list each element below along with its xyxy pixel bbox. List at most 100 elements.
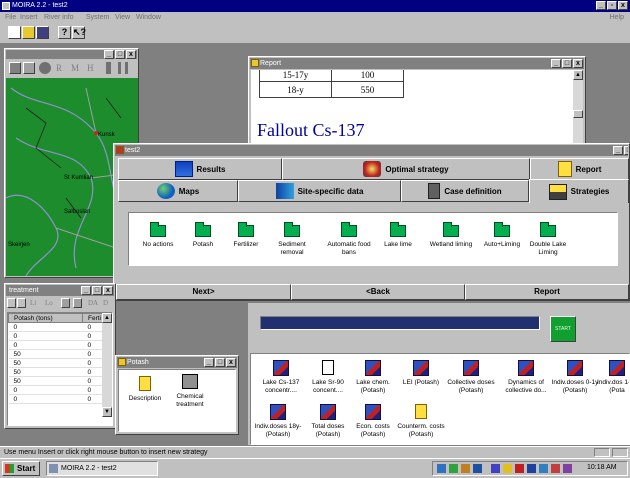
table-cell[interactable]: 0 bbox=[8, 394, 83, 404]
context-help-icon[interactable]: ↖? bbox=[72, 26, 86, 39]
close-icon[interactable]: x bbox=[103, 286, 113, 295]
table-cell[interactable]: 50 bbox=[8, 349, 83, 359]
table-row[interactable]: 50 0 bbox=[8, 358, 104, 368]
tool-d[interactable]: D bbox=[103, 299, 108, 307]
menu-river-info[interactable]: River info bbox=[44, 12, 74, 23]
menu-system[interactable]: System bbox=[86, 12, 109, 23]
tray-icon-8[interactable] bbox=[527, 464, 536, 473]
minimize-icon[interactable]: _ bbox=[596, 1, 606, 10]
potash-window[interactable]: Potash _ □ x Description Chemical treatm… bbox=[115, 355, 239, 435]
map-box-icon[interactable] bbox=[23, 62, 35, 74]
minimize-icon[interactable]: _ bbox=[204, 358, 214, 367]
table-cell[interactable]: 0 bbox=[82, 367, 104, 377]
tray-icon-2[interactable] bbox=[449, 464, 458, 473]
tab-optimal-strategy[interactable]: Optimal strategy bbox=[282, 158, 530, 180]
tool-li[interactable]: Li bbox=[30, 299, 36, 307]
table-cell[interactable]: 0 bbox=[82, 394, 104, 404]
chart-icon[interactable] bbox=[73, 298, 82, 308]
column-header[interactable]: Potash (tons) bbox=[8, 313, 83, 323]
table-row[interactable]: 50 0 bbox=[8, 367, 104, 377]
maximize-icon[interactable]: □ bbox=[624, 146, 628, 155]
table-cell[interactable]: 0 bbox=[82, 322, 104, 332]
tool-da[interactable]: DA bbox=[88, 299, 98, 307]
report-title-bar[interactable]: Report _ □ x bbox=[250, 58, 584, 69]
test2-title-bar[interactable]: test2 _ □ bbox=[115, 145, 628, 156]
tab-maps[interactable]: Maps bbox=[118, 180, 238, 202]
table-cell[interactable]: 0 bbox=[8, 322, 83, 332]
table-cell[interactable]: 0 bbox=[8, 331, 83, 341]
close-icon[interactable]: x bbox=[573, 59, 583, 68]
tab-results[interactable]: Results bbox=[118, 158, 282, 180]
table-row[interactable]: 00 bbox=[8, 340, 104, 350]
menu-file[interactable]: File bbox=[5, 12, 16, 23]
tray-icon-10[interactable] bbox=[551, 464, 560, 473]
close-icon[interactable]: x bbox=[126, 50, 136, 59]
test2-window[interactable]: test2 _ □ Results Optimal strategy Repor… bbox=[113, 143, 630, 301]
table-cell[interactable]: 0 bbox=[82, 340, 104, 350]
maximize-icon[interactable]: □ bbox=[92, 286, 102, 295]
minimize-icon[interactable]: _ bbox=[551, 59, 561, 68]
tool-lo[interactable]: Lo bbox=[45, 299, 53, 307]
app-title-bar[interactable]: MOIRA 2.2 - test2 _ ▫ x bbox=[0, 0, 630, 12]
table-row[interactable]: 00 bbox=[8, 322, 104, 332]
strategy-lake-lime[interactable]: Lake lime bbox=[376, 222, 420, 249]
strategy-wetland-liming[interactable]: Wetland liming bbox=[422, 222, 480, 249]
maximize-icon[interactable]: □ bbox=[115, 50, 125, 59]
tray-icon-6[interactable] bbox=[503, 464, 512, 473]
result-lake-cs-137[interactable]: Lake Cs-137 concentr.... bbox=[257, 360, 305, 395]
close-icon[interactable]: x bbox=[226, 358, 236, 367]
result-indiv-doses-18y[interactable]: Indiv.doses 18y- (Potash) bbox=[254, 404, 302, 439]
map-tool-h[interactable]: H bbox=[87, 63, 94, 73]
map-bars-icon[interactable] bbox=[118, 62, 128, 74]
result-lake-sr-90[interactable]: Lake Sr-90 concent.... bbox=[304, 360, 352, 395]
table-row[interactable]: 50 0 bbox=[8, 376, 104, 386]
report-button[interactable]: Report bbox=[465, 284, 629, 300]
restore-icon[interactable]: ▫ bbox=[607, 1, 617, 10]
close-icon[interactable]: x bbox=[618, 1, 628, 10]
next-button[interactable]: Next> bbox=[116, 284, 291, 300]
strategy-automatic-food-bans[interactable]: Automatic food bans bbox=[323, 222, 375, 257]
result-counterm-costs[interactable]: Counterm. costs (Potash) bbox=[397, 404, 445, 439]
table-cell[interactable]: 0 bbox=[82, 358, 104, 368]
report-scrollbar[interactable]: ▲ bbox=[573, 70, 583, 150]
strategy-double-lake-liming[interactable]: Double Lake Liming bbox=[525, 222, 571, 257]
new-icon[interactable] bbox=[8, 26, 21, 39]
map-tool-r[interactable]: R bbox=[56, 63, 62, 73]
strategy-auto-liming[interactable]: Auto+Liming bbox=[476, 222, 528, 249]
table-cell[interactable]: 0 bbox=[82, 376, 104, 386]
treatment-title-bar[interactable]: treatment _ □ x bbox=[6, 285, 114, 296]
table-cell[interactable]: 0 bbox=[8, 385, 83, 395]
table-cell[interactable]: 50 bbox=[8, 376, 83, 386]
tray-icon-9[interactable] bbox=[539, 464, 548, 473]
result-econ-costs[interactable]: Econ. costs (Potash) bbox=[349, 404, 397, 439]
map-grid-icon[interactable] bbox=[9, 62, 21, 74]
result-lei[interactable]: LEI (Potash) bbox=[397, 360, 445, 387]
table-cell[interactable]: 0 bbox=[82, 349, 104, 359]
report-window[interactable]: Report _ □ x 15-17y 100 18-y 550 Fallout… bbox=[248, 56, 586, 152]
result-lake-chem[interactable]: Lake chem. (Potash) bbox=[349, 360, 397, 395]
tray-icon-11[interactable] bbox=[563, 464, 572, 473]
potash-title-bar[interactable]: Potash _ □ x bbox=[117, 357, 237, 368]
menu-window[interactable]: Window bbox=[136, 12, 161, 23]
start-menu-button[interactable]: Start bbox=[2, 461, 40, 476]
scroll-down-icon[interactable]: ▼ bbox=[102, 407, 112, 417]
table-icon[interactable] bbox=[61, 298, 70, 308]
result-dynamics-collective[interactable]: Dynamics of collective do... bbox=[499, 360, 553, 395]
open-icon[interactable] bbox=[22, 26, 35, 39]
strategy-sediment-removal[interactable]: Sediment removal bbox=[272, 222, 312, 257]
tab-case-definition[interactable]: Case definition bbox=[401, 180, 529, 202]
result-total-doses[interactable]: Total doses (Potash) bbox=[304, 404, 352, 439]
treatment-window[interactable]: treatment _ □ x Li Lo DA D Potash (tons)… bbox=[4, 283, 116, 429]
potash-chemical-treatment[interactable]: Chemical treatment bbox=[167, 374, 213, 409]
minimize-icon[interactable]: _ bbox=[81, 286, 91, 295]
map-window-title-bar[interactable]: _ □ x bbox=[6, 50, 137, 59]
back-button[interactable]: <Back bbox=[291, 284, 465, 300]
map-tool-m[interactable]: M bbox=[71, 63, 79, 73]
tab-strategies[interactable]: Strategies bbox=[529, 179, 629, 203]
start-button[interactable]: START bbox=[550, 316, 576, 342]
grid-icon[interactable] bbox=[7, 298, 16, 308]
result-indiv-doses-0-1y[interactable]: Indiv.doses 0-1y (Potash) bbox=[551, 360, 599, 395]
scroll-up-icon[interactable]: ▲ bbox=[573, 70, 583, 80]
result-collective-doses[interactable]: Collective doses (Potash) bbox=[447, 360, 495, 395]
table-cell[interactable]: 50 bbox=[8, 367, 83, 377]
